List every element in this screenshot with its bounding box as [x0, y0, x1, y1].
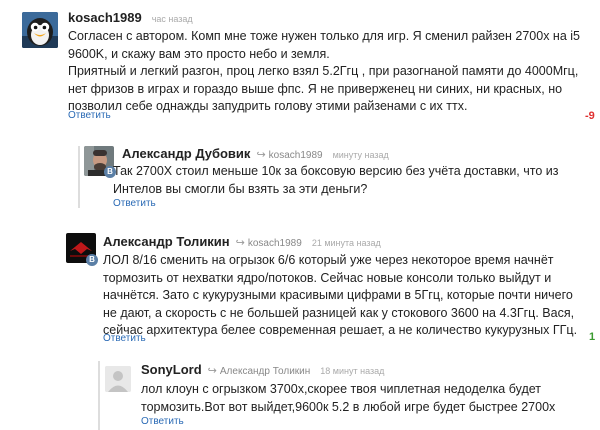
default-user-icon	[105, 366, 131, 392]
reply-arrow-icon: ↪	[207, 365, 217, 377]
vote-count: -9	[585, 110, 595, 122]
penguin-avatar-icon	[22, 12, 58, 48]
comment-text: лол клоун с огрызком 3700х,скорее твоя ч…	[141, 382, 556, 414]
thread-line	[78, 146, 80, 208]
vote-count: 1	[589, 331, 596, 343]
author-name[interactable]: Александр Толикин	[103, 234, 230, 249]
reply-to[interactable]: ↪ Александр Толикин	[208, 364, 311, 377]
reply-to-name[interactable]: kosach1989	[248, 238, 302, 249]
reply-button[interactable]: Ответить	[113, 198, 156, 209]
reply-to-name[interactable]: Александр Толикин	[220, 366, 310, 377]
timestamp: 21 минута назад	[311, 238, 381, 248]
avatar[interactable]	[22, 12, 58, 48]
author-name[interactable]: Александр Дубовик	[122, 146, 250, 161]
vk-badge-icon: В	[86, 254, 98, 266]
reply-arrow-icon: ↪	[256, 149, 266, 161]
reply-arrow-icon: ↪	[235, 237, 245, 249]
reply-button[interactable]: Ответить	[103, 333, 146, 344]
comment-text: ЛОЛ 8/16 сменить на огрызок 6/6 который …	[103, 253, 578, 337]
timestamp: час назад	[151, 14, 193, 24]
thread-line	[98, 361, 100, 430]
author-name[interactable]: kosach1989	[68, 10, 142, 25]
timestamp: 18 минут назад	[320, 366, 385, 376]
comment-text: Согласен с автором. Комп мне тоже нужен …	[68, 29, 580, 113]
reply-to[interactable]: ↪ kosach1989	[236, 236, 302, 249]
comment-text: Так 2700X стоил меньше 10к за боксовую в…	[113, 164, 559, 196]
avatar[interactable]	[105, 366, 131, 392]
reply-button[interactable]: Ответить	[141, 416, 184, 427]
reply-to[interactable]: ↪ kosach1989	[256, 148, 322, 161]
timestamp: минуту назад	[332, 150, 389, 160]
author-name[interactable]: SonyLord	[141, 362, 202, 377]
reply-button[interactable]: Ответить	[68, 110, 111, 121]
reply-to-name[interactable]: kosach1989	[269, 150, 323, 161]
